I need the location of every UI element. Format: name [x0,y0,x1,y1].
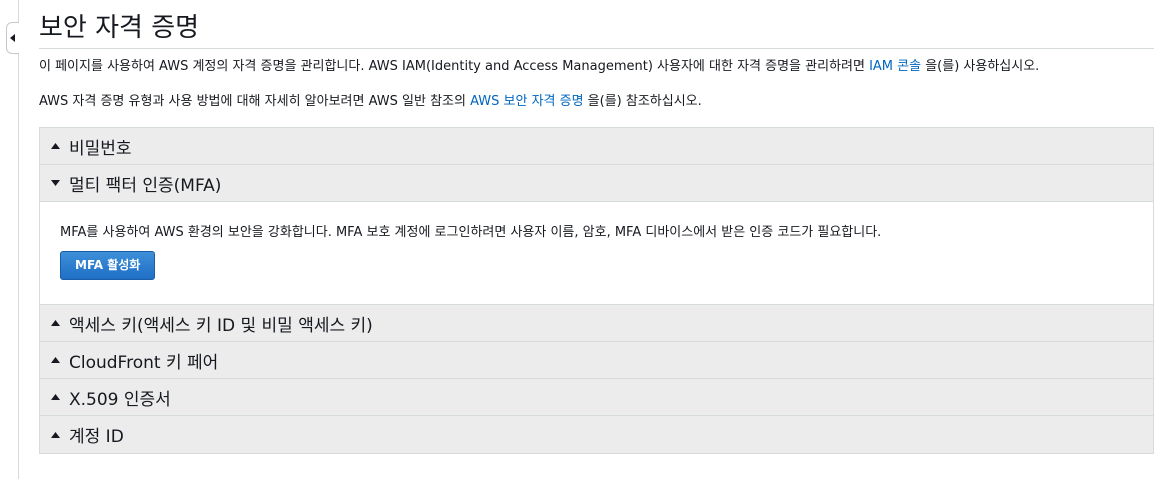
caret-up-icon [49,140,61,152]
security-credentials-page: 보안 자격 증명 이 페이지를 사용하여 AWS 계정의 자격 증명을 관리합니… [0,0,1176,479]
intro-paragraph-1: 이 페이지를 사용하여 AWS 계정의 자격 증명을 관리합니다. AWS IA… [39,59,1154,75]
section-cloudfront-label: CloudFront 키 페어 [69,352,219,373]
credentials-accordion: 비밀번호 멀티 팩터 인증(MFA) MFA를 사용하여 AWS 환경의 보안을… [39,127,1154,454]
section-mfa-header[interactable]: 멀티 팩터 인증(MFA) [40,165,1153,202]
section-account-id-header[interactable]: 계정 ID [40,416,1153,453]
section-cloudfront-header[interactable]: CloudFront 키 페어 [40,342,1153,379]
caret-up-icon [49,429,61,441]
activate-mfa-button[interactable]: MFA 활성화 [60,251,156,280]
section-access-keys-header[interactable]: 액세스 키(액세스 키 ID 및 비밀 액세스 키) [40,305,1153,342]
main-content: 보안 자격 증명 이 페이지를 사용하여 AWS 계정의 자격 증명을 관리합니… [39,0,1154,454]
aws-security-credentials-link[interactable]: AWS 보안 자격 증명 [470,94,583,109]
caret-left-icon [10,34,15,42]
section-mfa-label: 멀티 팩터 인증(MFA) [69,175,222,196]
intro-text-2: AWS 자격 증명 유형과 사용 방법에 대해 자세히 알아보려면 AWS 일반… [39,94,471,109]
section-password-header[interactable]: 비밀번호 [40,128,1153,165]
caret-up-icon [49,354,61,366]
section-access-keys-label: 액세스 키(액세스 키 ID 및 비밀 액세스 키) [69,315,373,336]
section-mfa-body: MFA를 사용하여 AWS 환경의 보안을 강화합니다. MFA 보호 계정에 … [40,202,1153,305]
sidebar-collapse-toggle[interactable] [6,22,19,54]
caret-up-icon [49,391,61,403]
intro-paragraph-2: AWS 자격 증명 유형과 사용 방법에 대해 자세히 알아보려면 AWS 일반… [39,94,1154,110]
intro-suffix-2: 을(를) 참조하십시오. [583,94,702,109]
section-x509-label: X.509 인증서 [69,389,171,410]
iam-console-link[interactable]: IAM 콘솔 [869,59,921,74]
intro-text-1: 이 페이지를 사용하여 AWS 계정의 자격 증명을 관리합니다. AWS IA… [39,59,870,74]
sidebar-divider [18,0,19,479]
mfa-description: MFA를 사용하여 AWS 환경의 보안을 강화합니다. MFA 보호 계정에 … [60,225,882,240]
intro-suffix-1: 을(를) 사용하십시오. [921,59,1040,74]
caret-up-icon [49,317,61,329]
section-password-label: 비밀번호 [69,138,132,159]
caret-down-icon [49,177,61,189]
page-title: 보안 자격 증명 [39,0,1154,49]
section-account-id-label: 계정 ID [69,427,124,447]
section-x509-header[interactable]: X.509 인증서 [40,379,1153,416]
